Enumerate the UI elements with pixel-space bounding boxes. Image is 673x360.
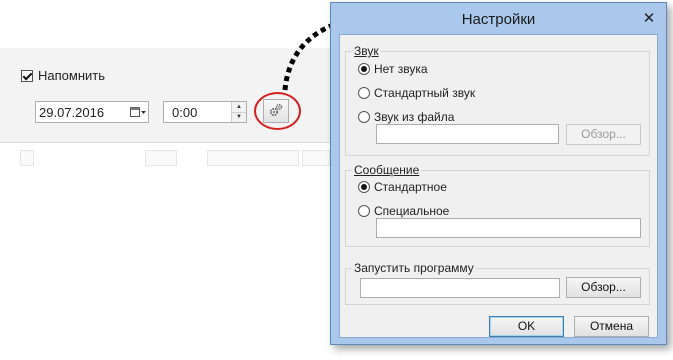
sound-browse-button[interactable]: Обзор... [566, 124, 641, 145]
program-browse-button[interactable]: Обзор... [566, 277, 641, 298]
sound-option-label: Стандартный звук [374, 86, 476, 100]
message-group-legend: Сообщение [354, 163, 420, 177]
sound-radio[interactable] [358, 111, 370, 123]
program-group-legend: Запустить программу [354, 261, 474, 275]
message-option-standard[interactable]: Стандартное [358, 180, 447, 194]
sound-file-input[interactable] [376, 124, 559, 144]
dialog-body: Звук Нет звука Стандартный звук Звук из … [339, 34, 658, 338]
ok-button[interactable]: OK [489, 316, 564, 337]
sound-group-legend: Звук [354, 44, 379, 58]
sound-option-none[interactable]: Нет звука [358, 62, 428, 76]
program-path-input[interactable] [360, 278, 560, 298]
sound-option-label: Звук из файла [374, 110, 455, 124]
custom-message-input[interactable] [376, 218, 641, 238]
message-radio[interactable] [358, 181, 370, 193]
message-radio[interactable] [358, 205, 370, 217]
close-icon[interactable]: ✕ [640, 11, 658, 27]
sound-option-label: Нет звука [374, 62, 428, 76]
settings-dialog: Настройки ✕ Звук Нет звука Стандартный з… [330, 2, 667, 345]
sound-option-standard[interactable]: Стандартный звук [358, 86, 475, 100]
sound-radio[interactable] [358, 87, 370, 99]
cancel-button[interactable]: Отмена [574, 316, 649, 337]
message-option-label: Стандартное [374, 180, 447, 194]
dialog-title: Настройки [461, 11, 536, 28]
message-option-label: Специальное [374, 204, 450, 218]
message-option-custom[interactable]: Специальное [358, 204, 449, 218]
sound-radio[interactable] [358, 63, 370, 75]
sound-option-file[interactable]: Звук из файла [358, 110, 454, 124]
